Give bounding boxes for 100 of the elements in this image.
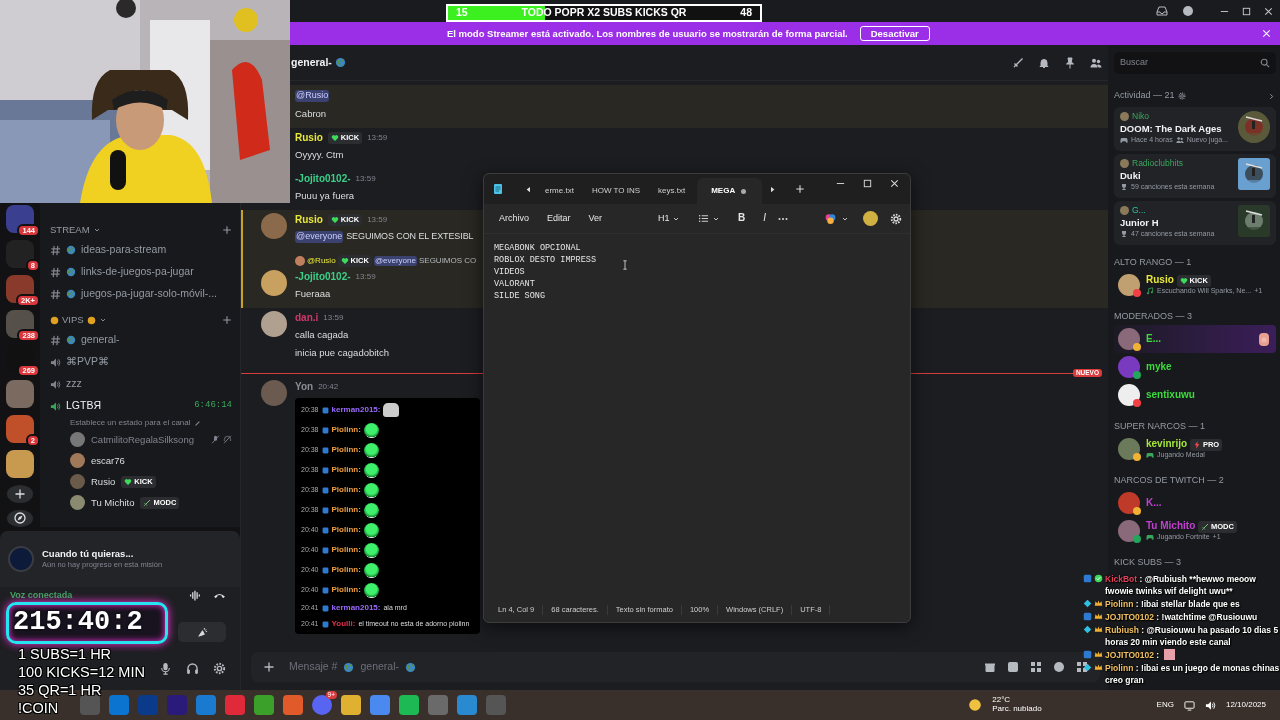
speaker-icon xyxy=(50,378,61,390)
network-icon[interactable] xyxy=(1183,699,1195,711)
italic-button[interactable]: I xyxy=(756,210,774,227)
member-name[interactable]: Rusio xyxy=(91,475,116,488)
soundboard-button[interactable] xyxy=(178,622,226,642)
channel-name[interactable]: LGTBЯ xyxy=(66,399,101,413)
plus-icon[interactable] xyxy=(263,661,275,673)
mention[interactable]: @everyone xyxy=(295,231,344,243)
taskbar-icon[interactable] xyxy=(312,695,332,715)
author-name[interactable]: Yon xyxy=(295,380,314,394)
copilot-icon[interactable] xyxy=(824,212,837,225)
chevron-icon[interactable] xyxy=(92,226,101,234)
heading-dropdown[interactable]: H1 xyxy=(651,210,688,227)
members-icon[interactable] xyxy=(1090,56,1102,69)
weather-icon xyxy=(968,698,983,712)
bell-icon[interactable] xyxy=(1038,56,1050,69)
member-name[interactable]: CatmilitoRegalaSilksong xyxy=(91,433,194,446)
language-indicator[interactable]: ENG xyxy=(1156,700,1174,710)
plus-icon[interactable] xyxy=(222,315,232,325)
heart-icon xyxy=(124,477,133,486)
help-icon[interactable] xyxy=(1182,5,1194,17)
goal-target: 48 xyxy=(740,6,752,20)
avatar xyxy=(1118,492,1140,514)
editor-tab[interactable]: keys.txt xyxy=(652,178,692,204)
channel-name[interactable]: zzz xyxy=(66,377,82,391)
channel-status[interactable]: Establece un estado para el canal xyxy=(70,418,191,428)
author-name[interactable]: -Jojito0102- xyxy=(295,172,351,186)
search-field[interactable]: Buscar xyxy=(1114,52,1276,74)
channel-name[interactable]: juegos-pa-jugar-solo-móvil-... xyxy=(81,287,217,301)
editor-tab[interactable]: erme.txt xyxy=(539,178,580,204)
mention[interactable]: @everyone xyxy=(373,256,417,266)
volume-icon[interactable] xyxy=(1204,699,1216,711)
deactivate-button[interactable]: Desactivar xyxy=(859,25,930,42)
apps-icon[interactable] xyxy=(1076,661,1088,673)
menu-item[interactable]: Editar xyxy=(540,210,578,227)
scroll-left-icon[interactable] xyxy=(524,184,533,194)
editor-tab[interactable]: HOW TO INS xyxy=(585,178,647,204)
category-name[interactable]: VIPS xyxy=(62,314,84,326)
discover-button[interactable] xyxy=(7,509,33,527)
author-name[interactable]: Rusio xyxy=(295,213,323,227)
close-icon[interactable] xyxy=(1263,5,1274,17)
pin-icon[interactable] xyxy=(1064,56,1076,69)
emote-icon xyxy=(363,482,379,498)
channel-name[interactable]: general- xyxy=(81,333,120,347)
headphones-icon[interactable] xyxy=(186,662,199,675)
channel-name[interactable]: ⌘PVP⌘ xyxy=(66,355,109,369)
settings-icon[interactable] xyxy=(213,662,226,675)
author-name[interactable]: -Jojito0102- xyxy=(295,270,351,284)
taskbar-icon[interactable] xyxy=(370,695,390,715)
pencil-icon[interactable] xyxy=(193,419,201,427)
profile-avatar[interactable] xyxy=(863,211,878,226)
gif-icon[interactable] xyxy=(1007,661,1019,673)
signal-icon[interactable] xyxy=(189,589,202,602)
sticker-icon[interactable] xyxy=(1030,661,1042,673)
menu-item[interactable]: Archivo xyxy=(492,210,536,227)
reply-preview[interactable]: SEGUIMOS CO xyxy=(418,256,477,266)
author-name[interactable]: Rusio xyxy=(295,131,323,145)
text-line: VIDEOS xyxy=(494,266,525,278)
inbox-icon[interactable] xyxy=(1156,5,1168,17)
badge-icon xyxy=(321,446,329,454)
mention[interactable]: @Rusio xyxy=(295,90,330,102)
category-name[interactable]: STREAM xyxy=(50,224,90,236)
taskbar-icon[interactable] xyxy=(254,695,274,715)
maximize-icon[interactable] xyxy=(1241,5,1252,17)
emoji-icon[interactable] xyxy=(1053,661,1065,673)
menu-item[interactable]: Ver xyxy=(581,210,610,227)
reply-author[interactable]: @Rusio xyxy=(307,256,336,266)
chat-message: JOJITO0102 : !watchtime @Rusiouwu xyxy=(1105,611,1258,623)
badge-icon xyxy=(321,546,329,554)
gift-icon[interactable] xyxy=(984,661,996,673)
avatar xyxy=(70,474,85,489)
microphone-icon[interactable] xyxy=(159,662,172,675)
chevron-icon[interactable] xyxy=(1267,91,1276,101)
maximize-icon[interactable] xyxy=(862,178,873,189)
plus-icon[interactable] xyxy=(222,225,232,235)
date-text[interactable]: 12/10/2025 xyxy=(1225,700,1266,710)
taskbar-icon[interactable] xyxy=(341,695,361,715)
server-icon[interactable] xyxy=(6,450,34,478)
add-server-button[interactable] xyxy=(7,485,33,503)
group-header: NARCOS DE TWITCH — 2 xyxy=(1114,475,1225,487)
taskbar-icon[interactable] xyxy=(399,695,419,715)
paw-icon xyxy=(1258,331,1270,347)
channel-name[interactable]: ideas-para-stream xyxy=(81,243,167,257)
member-banner[interactable]: E... xyxy=(1114,325,1276,353)
member-name[interactable]: Tu Michito xyxy=(91,496,135,509)
member-name[interactable]: escar76 xyxy=(91,454,125,467)
bold-button[interactable]: B xyxy=(731,210,753,227)
speaker-icon xyxy=(50,356,61,368)
activity-title: Junior H xyxy=(1120,216,1160,229)
threads-icon[interactable] xyxy=(1012,56,1024,69)
author-name[interactable]: dan.i xyxy=(295,311,319,325)
editor-tab[interactable]: MEGA xyxy=(697,178,763,204)
close-icon[interactable] xyxy=(889,178,900,189)
badge-icon xyxy=(321,486,329,494)
chevron-icon[interactable] xyxy=(98,316,107,324)
text-line: MEGABONK OPCIONAL xyxy=(494,242,581,254)
server-icon[interactable] xyxy=(6,380,34,408)
settings-icon[interactable] xyxy=(1177,92,1186,100)
channel-name[interactable]: links-de-juegos-pa-jugar xyxy=(81,265,194,279)
new-tab-icon[interactable] xyxy=(795,184,806,194)
